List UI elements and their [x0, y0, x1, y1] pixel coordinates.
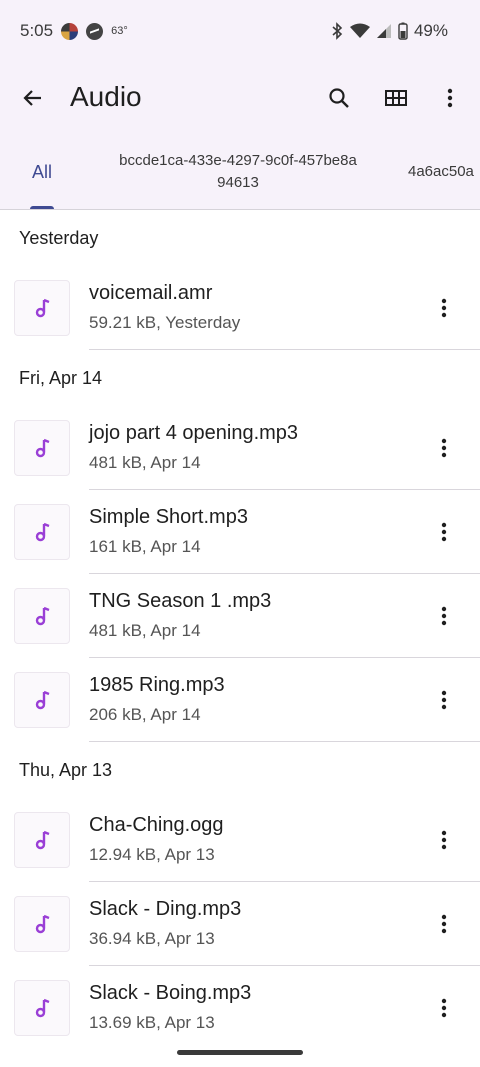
search-icon: [329, 88, 349, 108]
file-meta: 59.21 kB, Yesterday: [89, 313, 241, 332]
file-more-button[interactable]: [422, 286, 466, 330]
file-meta: 13.69 kB, Apr 13: [89, 1013, 215, 1032]
list-item[interactable]: Slack - Boing.mp3 13.69 kB, Apr 13: [0, 966, 480, 1050]
section-header: Fri, Apr 14: [19, 367, 103, 388]
grid-view-icon: [385, 90, 407, 106]
status-right: 49%: [330, 0, 448, 62]
file-meta: 36.94 kB, Apr 13: [89, 929, 215, 948]
tab-folder-bccde1ca[interactable]: bccde1ca-433e-4297-9c0f-457be8a 94613: [96, 134, 380, 209]
more-vert-icon: [441, 998, 447, 1018]
file-name: 1985 Ring.mp3: [89, 674, 225, 696]
more-vert-icon: [441, 830, 447, 850]
file-thumbnail: [14, 980, 70, 1036]
status-bar: 5:05 63° 49%: [0, 0, 480, 62]
signal-icon: [376, 24, 391, 38]
file-meta: 206 kB, Apr 14: [89, 705, 201, 724]
tab-folder-4a6ac50a[interactable]: 4a6ac50a: [408, 134, 480, 209]
tab-bar: All bccde1ca-433e-4297-9c0f-457be8a 9461…: [0, 134, 480, 210]
wifi-icon: [349, 23, 370, 38]
file-name: Cha-Ching.ogg: [89, 814, 224, 836]
tab-folder-4a6ac50a-label: 4a6ac50a: [408, 163, 474, 180]
more-vert-icon: [441, 438, 447, 458]
notification-avatar-icon: [61, 22, 79, 40]
file-meta: 161 kB, Apr 14: [89, 537, 201, 556]
tab-folder-label-line1: bccde1ca-433e-4297-9c0f-457be8a: [119, 152, 357, 169]
music-note-icon: [35, 998, 50, 1018]
music-note-icon: [35, 522, 50, 542]
file-list: Yesterday voicemail.amr 59.21 kB, Yester…: [0, 210, 480, 1050]
tab-all[interactable]: All: [20, 134, 64, 209]
list-item[interactable]: jojo part 4 opening.mp3 481 kB, Apr 14: [0, 406, 480, 490]
more-vert-icon: [441, 606, 447, 626]
back-button[interactable]: [11, 76, 55, 120]
tab-all-label: All: [31, 162, 52, 182]
list-item[interactable]: Slack - Ding.mp3 36.94 kB, Apr 13: [0, 882, 480, 966]
more-vert-icon: [441, 522, 447, 542]
search-button[interactable]: [317, 76, 361, 120]
file-more-button[interactable]: [422, 426, 466, 470]
messenger-icon: [86, 22, 104, 40]
music-note-icon: [35, 830, 50, 850]
file-thumbnail: [14, 420, 70, 476]
tab-folder-label-line2: 94613: [217, 174, 259, 191]
file-more-button[interactable]: [422, 902, 466, 946]
music-note-icon: [35, 606, 50, 626]
battery-percent: 49%: [413, 21, 448, 40]
music-note-icon: [35, 914, 50, 934]
more-vert-icon: [441, 298, 447, 318]
status-temperature: 63°: [111, 25, 128, 37]
file-thumbnail: [14, 812, 70, 868]
file-name: TNG Season 1 .mp3: [89, 590, 272, 612]
file-meta: 481 kB, Apr 14: [89, 453, 201, 472]
app-bar: Audio: [0, 62, 480, 134]
list-item[interactable]: 1985 Ring.mp3 206 kB, Apr 14: [0, 658, 480, 742]
file-more-button[interactable]: [422, 818, 466, 862]
more-vert-icon: [441, 914, 447, 934]
list-item[interactable]: voicemail.amr 59.21 kB, Yesterday: [0, 266, 480, 350]
bluetooth-icon: [332, 22, 343, 40]
file-more-button[interactable]: [422, 986, 466, 1030]
divider: [89, 349, 480, 350]
more-vert-icon: [447, 88, 453, 108]
section-header: Yesterday: [19, 227, 99, 248]
file-thumbnail: [14, 280, 70, 336]
tab-active-indicator: [30, 206, 54, 209]
status-time: 5:05: [20, 21, 54, 40]
file-meta: 12.94 kB, Apr 13: [89, 845, 215, 864]
file-more-button[interactable]: [422, 678, 466, 722]
file-name: voicemail.amr: [89, 282, 213, 304]
music-note-icon: [35, 690, 50, 710]
section-header: Thu, Apr 13: [19, 759, 113, 780]
more-vert-icon: [441, 690, 447, 710]
list-item[interactable]: Simple Short.mp3 161 kB, Apr 14: [0, 490, 480, 574]
gesture-nav-handle[interactable]: [177, 1050, 303, 1055]
file-thumbnail: [14, 896, 70, 952]
music-note-icon: [35, 298, 50, 318]
file-thumbnail: [14, 504, 70, 560]
battery-icon: [398, 22, 408, 40]
top-area: 5:05 63° 49% Audio All bccde1ca-433e-429…: [0, 0, 480, 210]
file-more-button[interactable]: [422, 594, 466, 638]
file-name: Simple Short.mp3: [89, 506, 248, 528]
arrow-back-icon: [23, 90, 41, 106]
file-name: jojo part 4 opening.mp3: [89, 422, 299, 444]
more-options-button[interactable]: [428, 76, 472, 120]
list-item[interactable]: TNG Season 1 .mp3 481 kB, Apr 14: [0, 574, 480, 658]
list-item[interactable]: Cha-Ching.ogg 12.94 kB, Apr 13: [0, 798, 480, 882]
divider: [89, 741, 480, 742]
file-name: Slack - Ding.mp3: [89, 898, 242, 920]
status-left: 5:05 63°: [20, 21, 128, 41]
grid-view-button[interactable]: [374, 76, 418, 120]
file-name: Slack - Boing.mp3: [89, 982, 252, 1004]
file-thumbnail: [14, 672, 70, 728]
music-note-icon: [35, 438, 50, 458]
file-thumbnail: [14, 588, 70, 644]
file-more-button[interactable]: [422, 510, 466, 554]
file-meta: 481 kB, Apr 14: [89, 621, 201, 640]
page-title: Audio: [70, 81, 142, 112]
